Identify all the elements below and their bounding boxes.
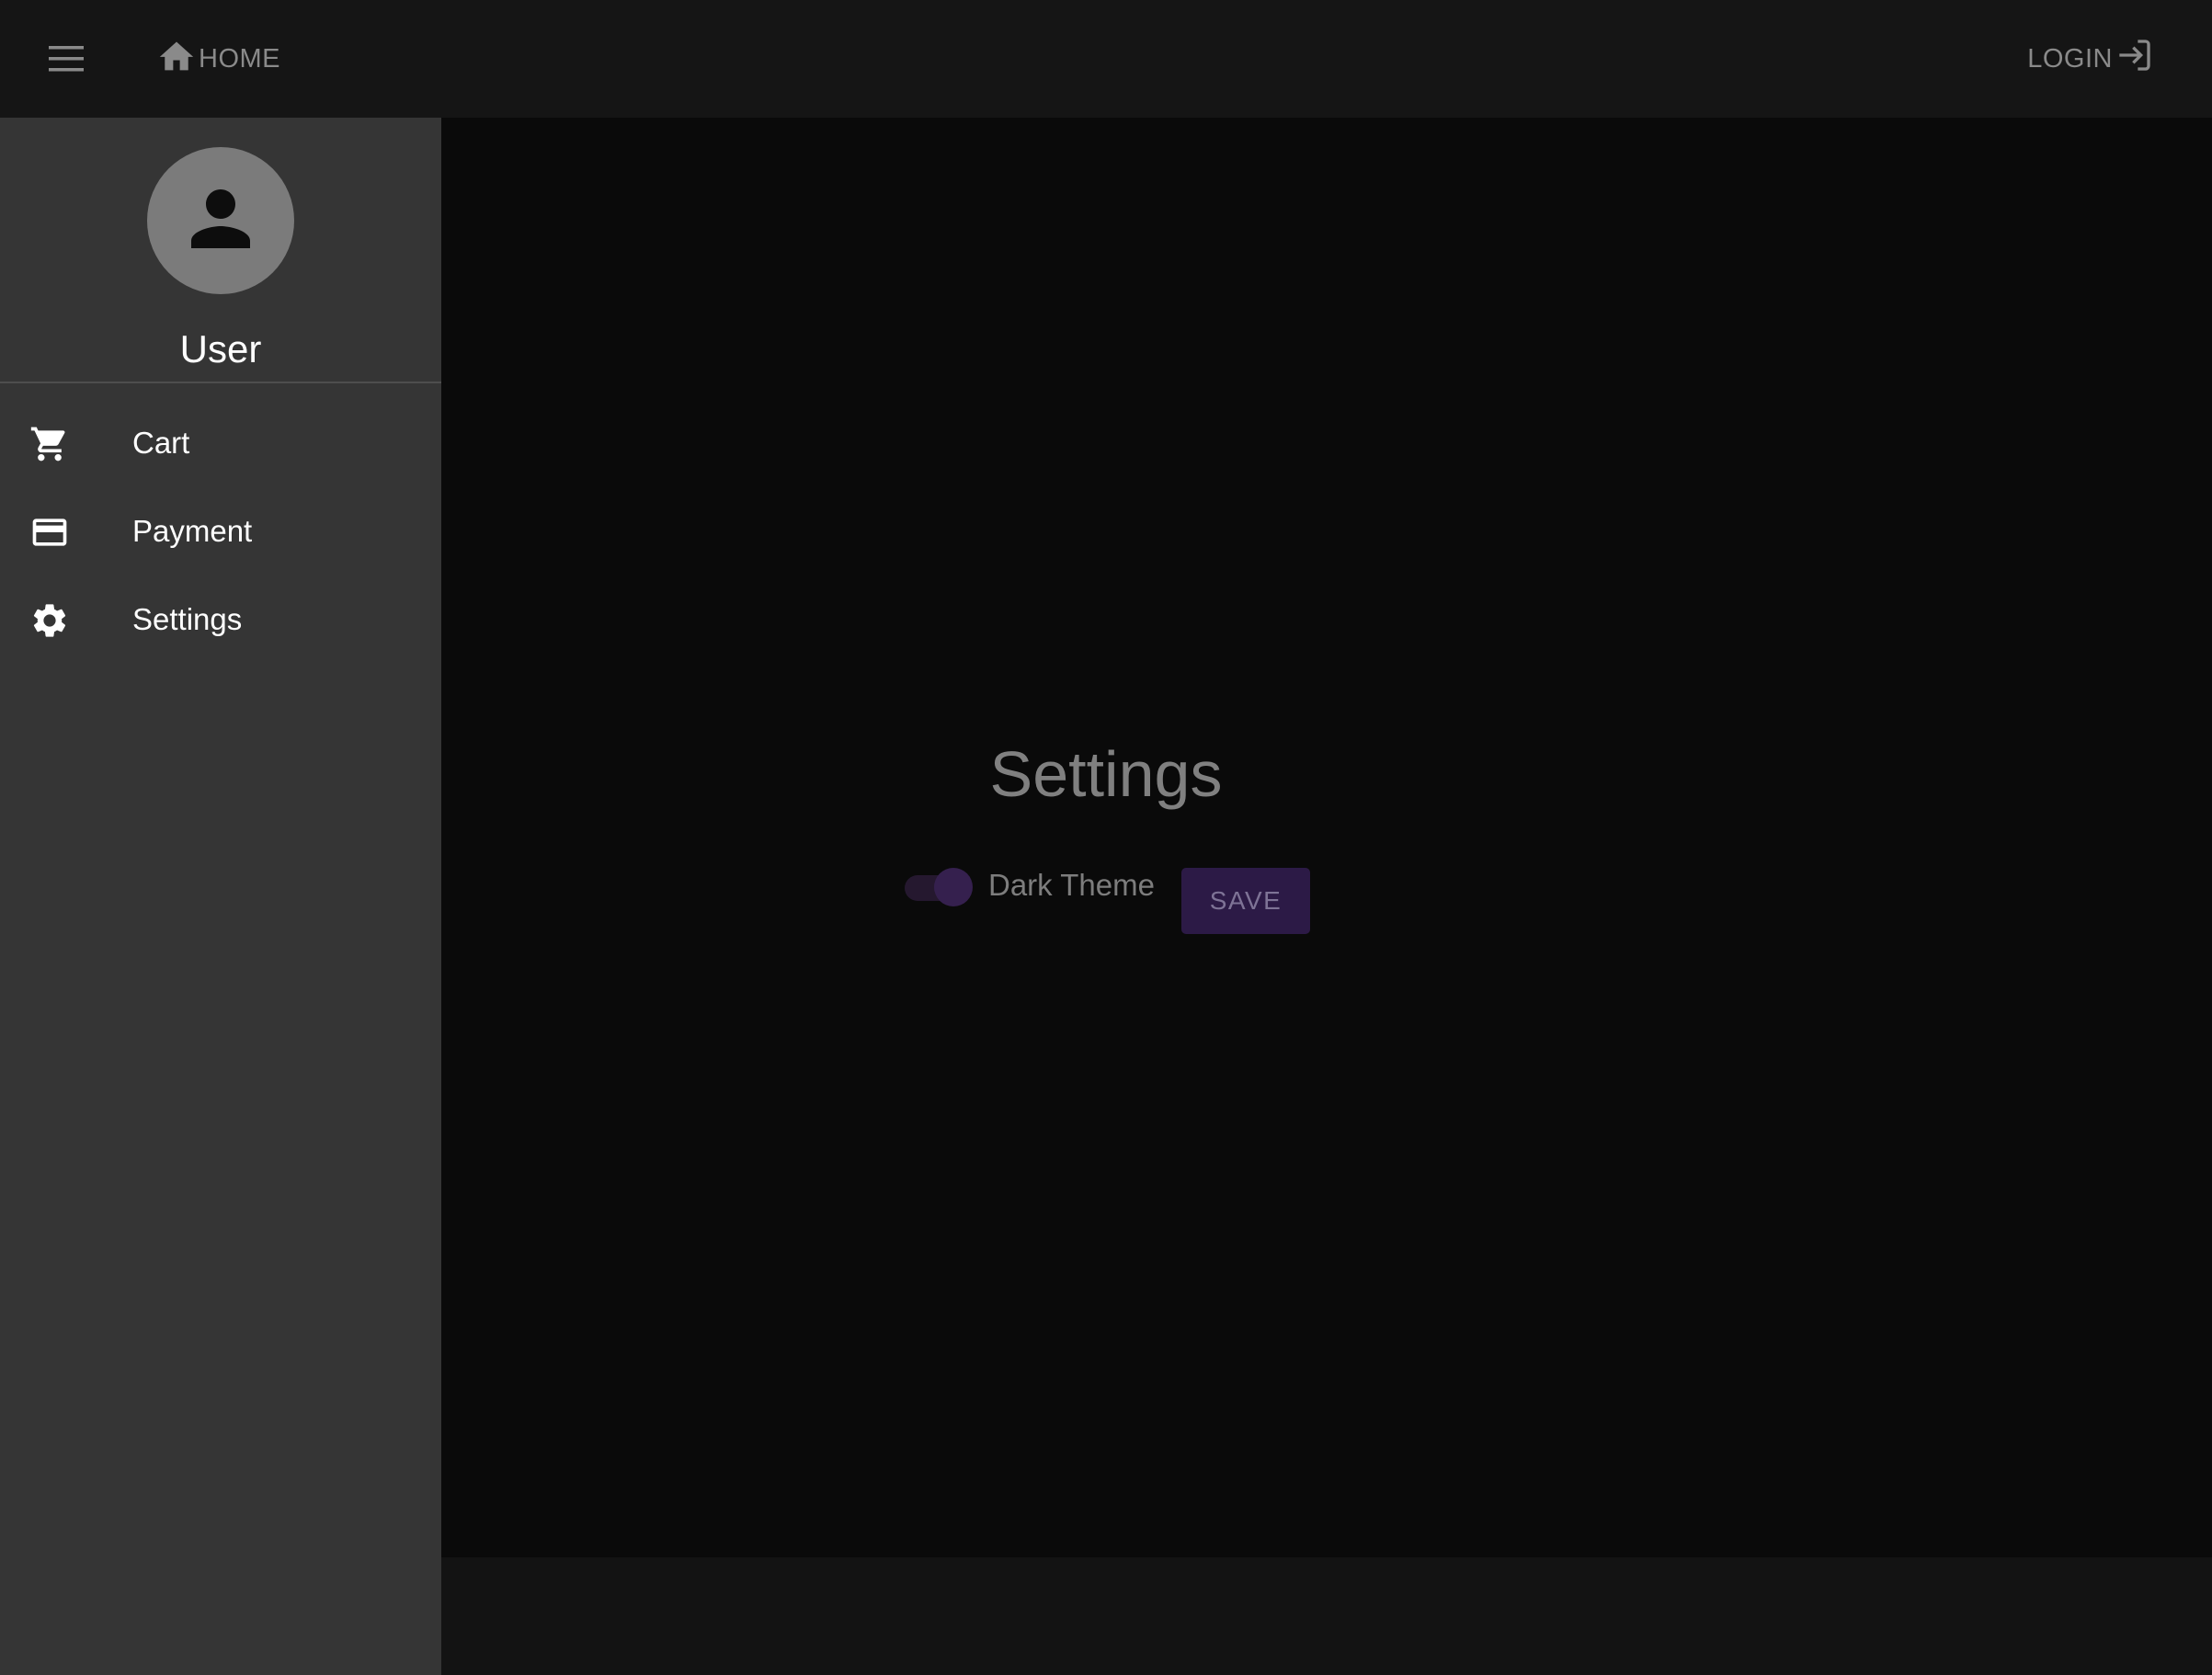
home-icon [156,37,199,81]
toggle-thumb [934,868,973,906]
sidebar-item-settings[interactable]: Settings [0,575,441,664]
page-title: Settings [989,738,1223,810]
footer [441,1557,2212,1675]
main-content [441,118,2212,1557]
cart-icon [29,424,70,464]
sidebar-item-label: Settings [132,602,243,636]
avatar[interactable] [147,147,294,294]
home-link[interactable]: HOME [156,35,280,83]
navigation-drawer: User [0,118,441,1675]
dark-theme-label: Dark Theme [988,868,1155,902]
credit-card-icon [29,512,70,553]
login-link[interactable]: LOGIN [2027,35,2155,83]
login-icon [2113,37,2155,81]
person-icon [177,175,265,268]
user-name: User [179,327,262,370]
sidebar-item-payment[interactable]: Payment [0,487,441,575]
sidebar-item-label: Payment [132,514,253,548]
sidebar-item-cart[interactable]: Cart [0,399,441,487]
home-label: HOME [199,43,280,74]
hamburger-menu-icon[interactable] [35,31,97,86]
save-button[interactable]: SAVE [1181,868,1310,934]
sidebar-item-label: Cart [132,426,190,460]
dark-theme-toggle[interactable] [901,866,973,908]
gear-icon [29,600,70,641]
drawer-divider [0,382,441,383]
top-app-bar: HOME LOGIN [0,0,2212,118]
login-label: LOGIN [2027,43,2113,74]
